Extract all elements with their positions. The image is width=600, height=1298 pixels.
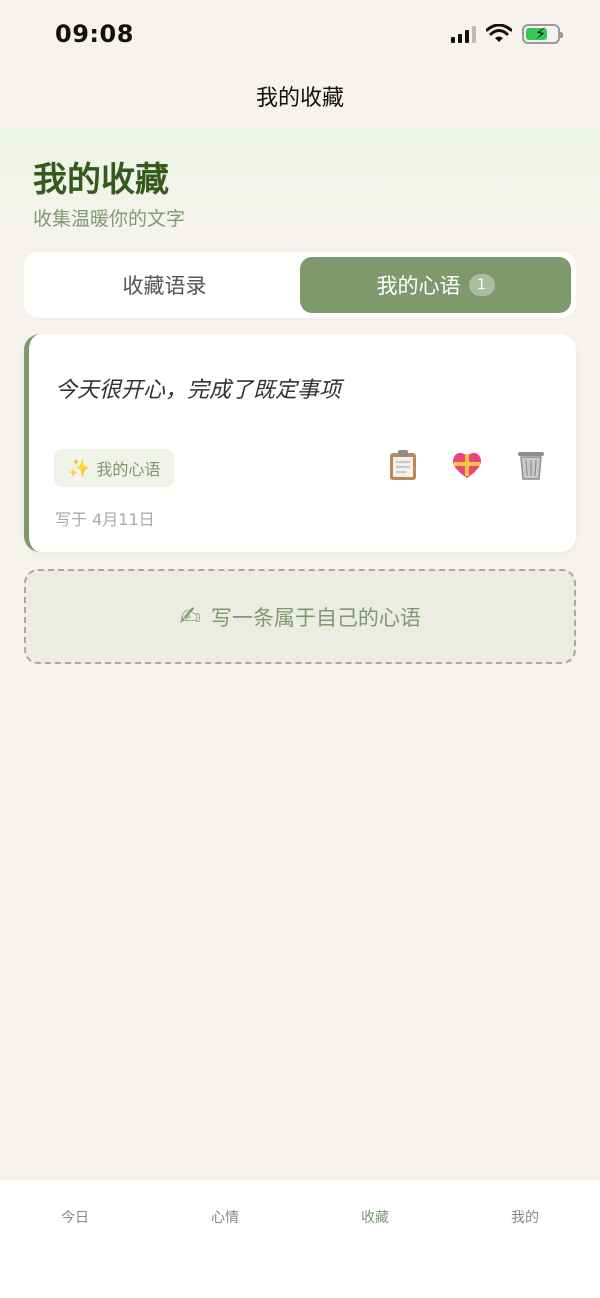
tab-saved-quotes[interactable]: 收藏语录 [29, 257, 300, 313]
page-subtitle: 收集温暖你的文字 [33, 208, 186, 230]
write-note-label: 写一条属于自己的心语 [210, 605, 421, 630]
tab-my-notes[interactable]: 我的心语 1 [300, 257, 571, 313]
page-title: 我的收藏 [33, 160, 169, 200]
note-tag: ✨ 我的心语 [54, 449, 175, 487]
bottom-nav-me[interactable]: 我的 [450, 1180, 600, 1298]
note-date: 写于 4月11日 [55, 510, 155, 529]
status-icons: ⚡ [451, 24, 563, 44]
tab-bar: 收藏语录 我的心语 1 [24, 252, 576, 318]
bottom-nav-today[interactable]: 今日 [0, 1180, 150, 1298]
nav-title: 我的收藏 [255, 86, 344, 111]
status-bar: 09:08 ⚡ [0, 0, 600, 68]
sparkles-icon: ✨ [68, 457, 91, 479]
trash-icon[interactable] [514, 448, 548, 482]
card-actions [386, 448, 548, 482]
bottom-nav-favorites[interactable]: 收藏 [300, 1180, 450, 1298]
note-text: 今天很开心，完成了既定事项 [55, 378, 342, 403]
note-card[interactable]: 今天很开心，完成了既定事项 ✨ 我的心语 写于 4月11日 [24, 334, 576, 552]
bottom-nav: 今日 心情 收藏 我的 [0, 1180, 600, 1298]
battery-icon: ⚡ [522, 24, 563, 44]
status-time: 09:08 [55, 20, 134, 48]
writing-hand-icon: ✍ [179, 601, 201, 632]
write-note-button[interactable]: ✍ 写一条属于自己的心语 [24, 569, 576, 664]
wifi-icon [486, 24, 512, 42]
tab-label: 收藏语录 [122, 274, 207, 298]
clipboard-icon[interactable] [386, 448, 420, 482]
signal-icon [451, 25, 476, 43]
note-tag-label: 我的心语 [96, 460, 161, 479]
count-badge: 1 [468, 274, 495, 296]
bottom-nav-mood[interactable]: 心情 [150, 1180, 300, 1298]
heart-ribbon-icon[interactable] [450, 448, 484, 482]
tab-label: 我的心语 [376, 274, 461, 298]
